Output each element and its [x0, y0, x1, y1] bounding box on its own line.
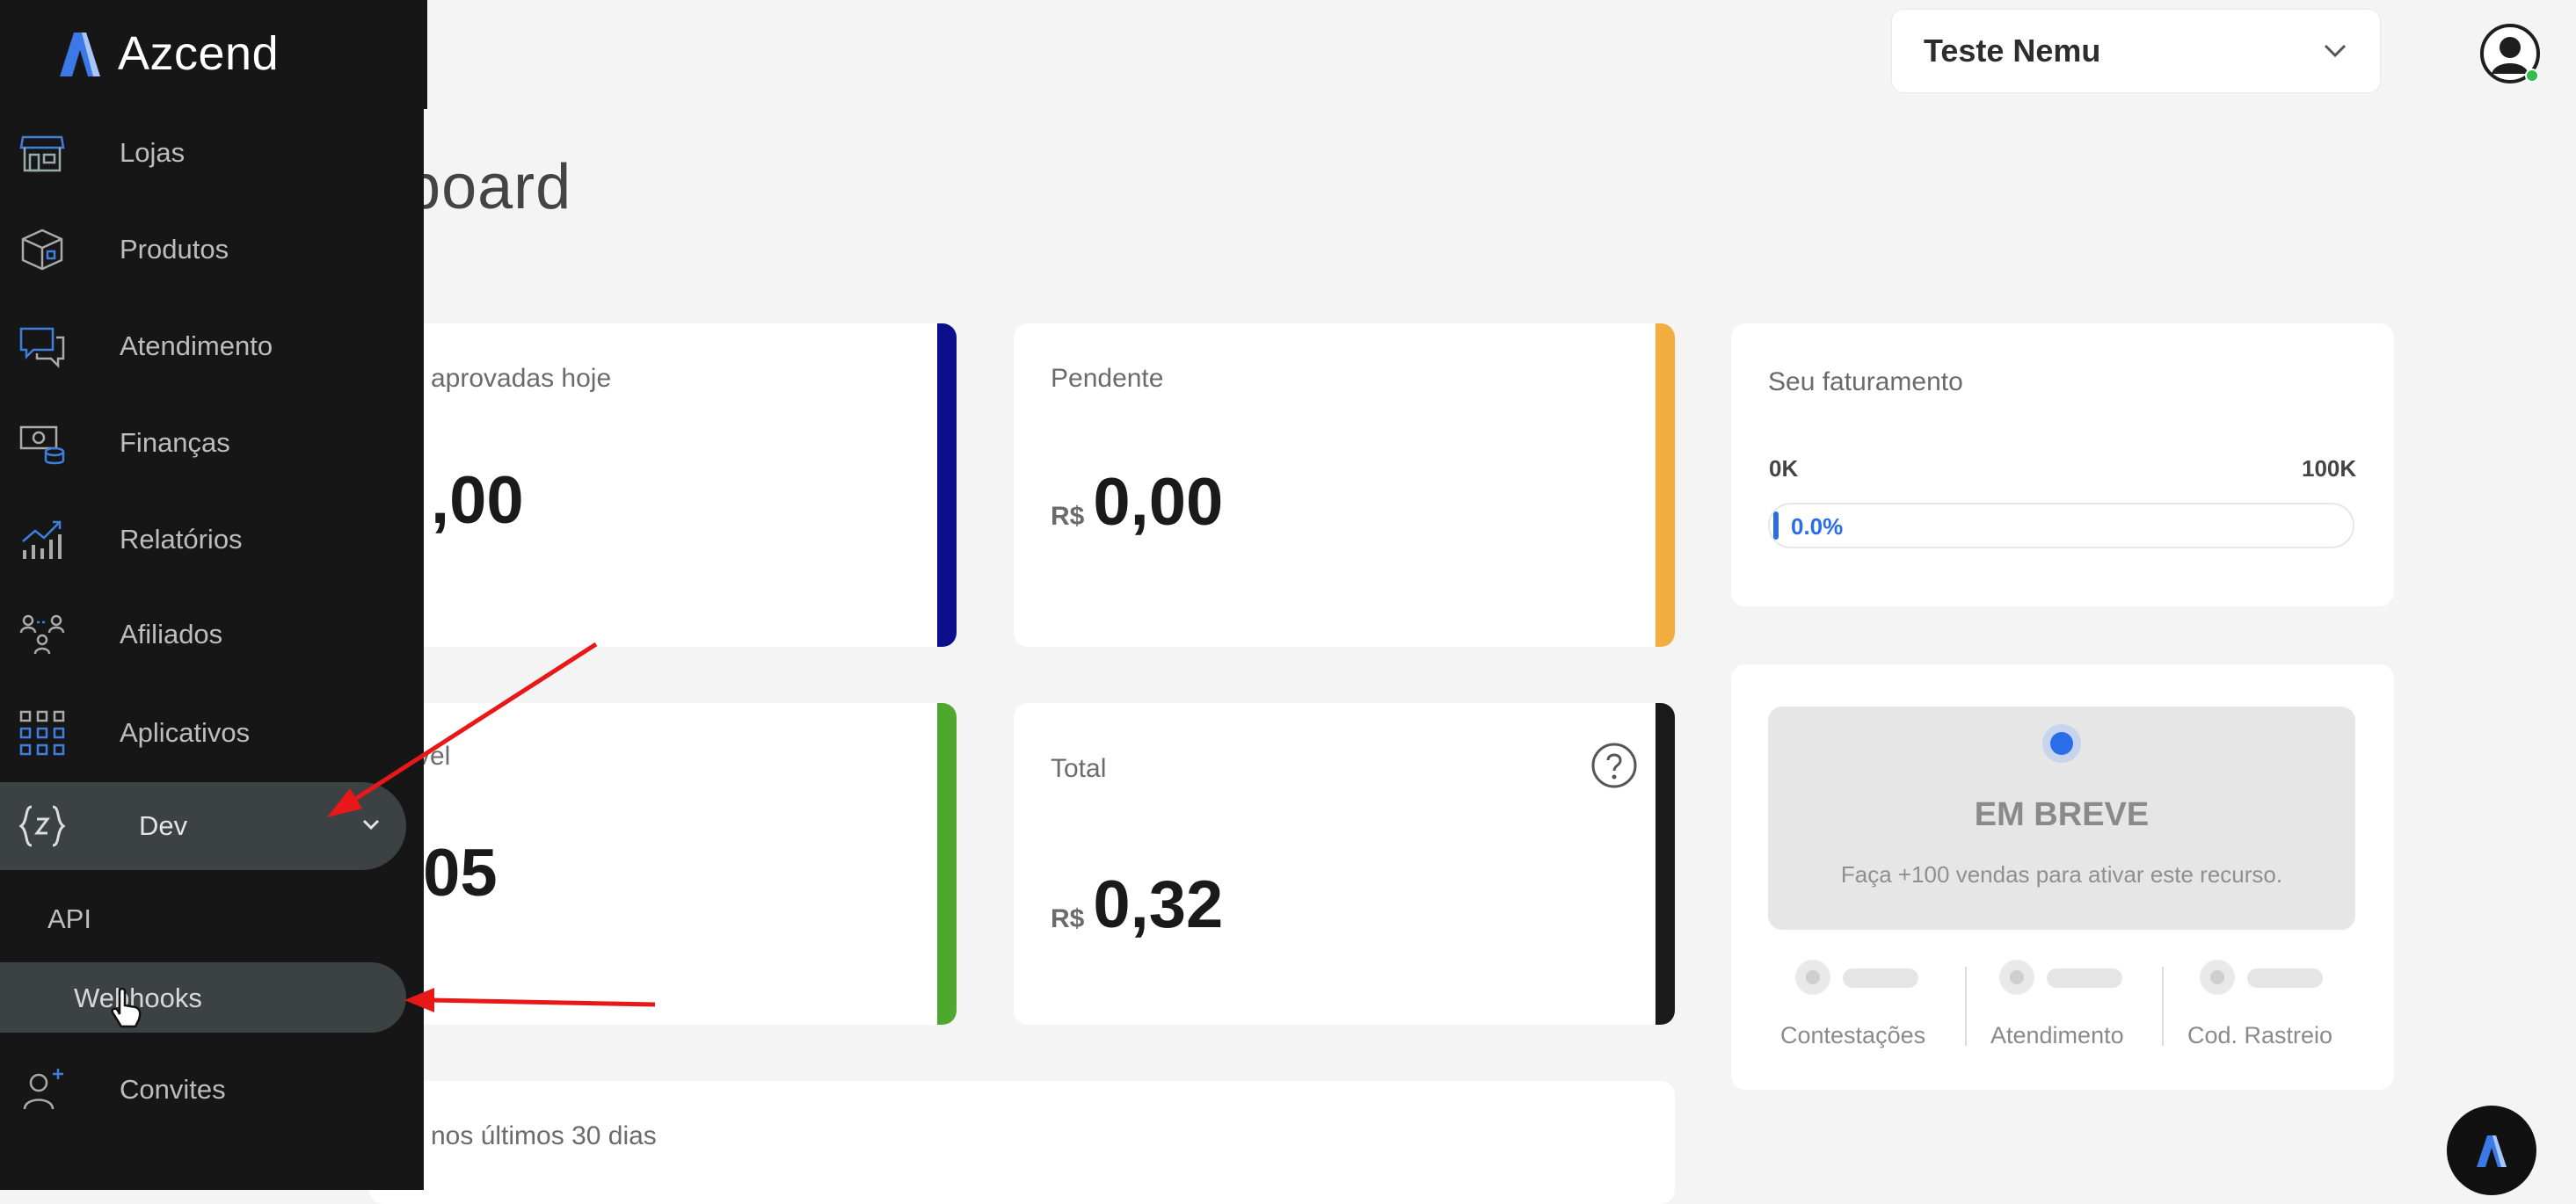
annotation-arrows	[327, 642, 656, 1012]
